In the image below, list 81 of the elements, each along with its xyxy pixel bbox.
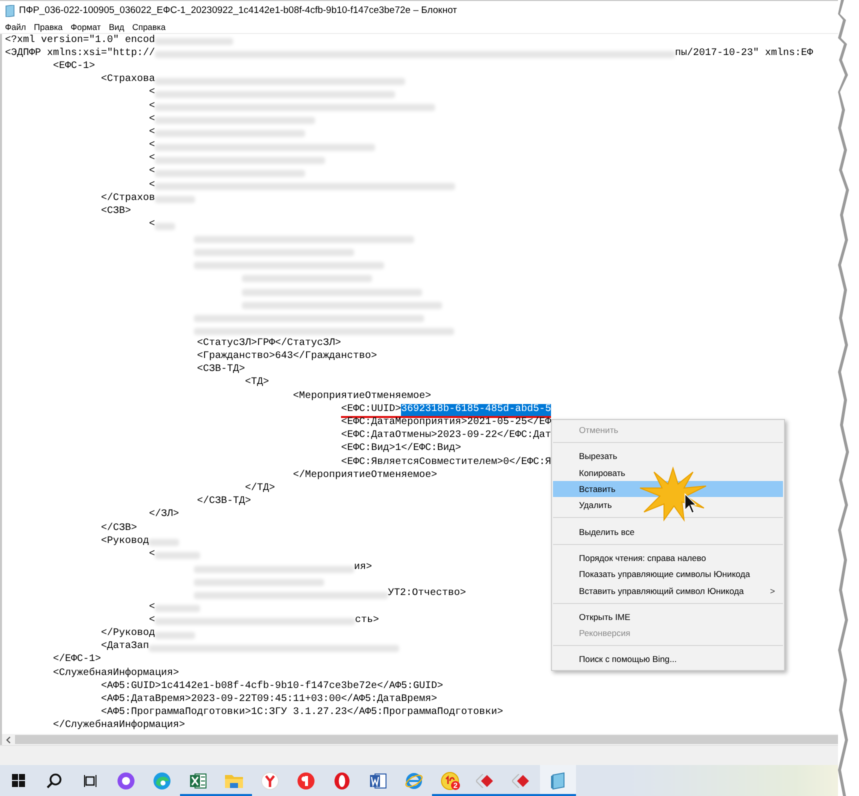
menu-item[interactable]: Правка — [30, 22, 68, 32]
context-menu-item[interactable]: Порядок чтения: справа налево — [553, 550, 783, 566]
globe-icon — [405, 772, 423, 790]
code-line: < — [149, 166, 156, 180]
code-line: < — [149, 126, 156, 140]
notepad-icon — [4, 4, 15, 16]
document-icon — [369, 772, 387, 790]
menu-item[interactable]: Вид — [106, 22, 130, 32]
ring-icon — [117, 772, 135, 790]
round-logo-icon — [297, 772, 315, 790]
code-line: <СЗВ> — [101, 206, 132, 220]
code-line: <МероприятиеОтменяемое> — [293, 390, 432, 404]
code-line: < — [149, 219, 156, 232]
context-menu-item[interactable]: Поиск с помощью Bing... — [553, 651, 783, 668]
menu-item[interactable]: Справка — [129, 22, 171, 32]
code-line: <СтатусЗЛ>ГРФ</СтатусЗЛ> — [197, 338, 342, 350]
search-icon — [46, 772, 62, 788]
code-line: </ЕФС-1> — [53, 654, 102, 668]
notepad-icon — [549, 772, 567, 790]
code-line: УТ2:Отчество> — [388, 588, 466, 602]
ring-logo-icon — [334, 772, 350, 790]
submenu-arrow: > — [770, 586, 775, 596]
scrollbar-thumb[interactable] — [15, 735, 838, 744]
scroll-left-icon[interactable] — [5, 736, 12, 744]
code-line: сть> — [355, 614, 380, 628]
context-menu-item[interactable]: Показать управляющие символы Юникода — [553, 566, 783, 582]
code-line: <АФ5:ДатаВремя>2023-09-22T09:45:11+03:00</АФ5:ДатаВремя> — [101, 694, 438, 706]
code-line: ия> — [354, 562, 372, 576]
code-line: </СЗВ> — [101, 522, 138, 536]
code-line: < — [149, 548, 156, 562]
context-menu-item[interactable]: Открыть IME — [553, 608, 783, 625]
code-line: <ЕФС:ДатаОтмены>2023-09-22</ЕФС:Дат — [341, 430, 552, 442]
code-line: <Страхова — [101, 74, 156, 88]
code-line: </ТД> — [245, 482, 276, 496]
context-menu-item[interactable]: Вырезать — [553, 448, 783, 465]
window-title: ПФР_036-022-100905_036022_ЕФС-1_20230922_1c4142e1-b08f-4cfb-9b10-f147ce3be72e – Блокнот — [19, 5, 458, 16]
selected-text: 3692318b-6185-485d-abd5-5 — [401, 404, 552, 418]
menu-item[interactable]: Файл — [2, 22, 31, 32]
windows-logo-icon — [12, 774, 24, 787]
code-line: < — [149, 602, 156, 615]
code-line: <ЭДПФР xmlns:xsi="http:// — [5, 48, 156, 61]
code-line: <СЗВ-ТД> — [197, 364, 246, 378]
code-line: </СлужебнаяИнформация> — [53, 720, 186, 734]
code-line: <Гражданство>643</Гражданство> — [197, 351, 378, 364]
diamond-icon — [476, 774, 496, 788]
starburst-cursor-drawing — [638, 466, 708, 522]
task-view-icon — [84, 774, 96, 786]
context-menu-item[interactable]: Вставить управляющий символ Юникода > — [553, 582, 783, 599]
code-line: <ЕФС-1> — [53, 60, 96, 74]
spreadsheet-icon — [189, 772, 207, 790]
code-line: < — [149, 100, 156, 114]
context-menu-item[interactable]: Удалить — [553, 497, 783, 514]
code-line: </Страхов — [101, 192, 156, 206]
code-line: пы/2017-10-23" xmlns:ЕФ — [675, 48, 814, 61]
code-line: <ДатаЗап — [101, 641, 150, 654]
code-line: </ЗЛ> — [149, 509, 180, 522]
browser-icon — [261, 772, 279, 790]
menu-item[interactable]: Формат — [68, 22, 106, 32]
swirl-icon — [153, 772, 171, 790]
folder-icon — [225, 772, 243, 788]
code-line: <Руковод — [101, 536, 150, 549]
code-line: < — [149, 114, 156, 127]
code-line: </МероприятиеОтменяемое> — [293, 470, 438, 483]
context-menu-item[interactable]: Выделить все — [553, 523, 783, 540]
code-line: <ЕФС:ДатаМероприятия>2021-05-25</ЕФ — [341, 417, 552, 430]
code-line: <АФ5:ПрограммаПодготовки>1С:ЗГУ 3.1.27.23</АФ5:ПрограммаПодготовки> — [101, 707, 504, 720]
diamond-icon — [512, 774, 532, 788]
code-line: <ЕФС:ЯвляетсяСовместителем>0</ЕФС:Я — [341, 456, 552, 470]
code-line: < — [149, 140, 156, 154]
code-line: <АФ5:GUID>1c4142e1-b08f-4cfb-9b10-f147ce3be72e</АФ5:GUID> — [101, 680, 444, 694]
code-line: < — [149, 614, 156, 628]
code-line: < — [149, 153, 156, 166]
code-line: </СЗВ-ТД> — [197, 496, 252, 510]
code-line: <СлужебнаяИнформация> — [53, 668, 180, 680]
code-line: </Руковод — [101, 628, 156, 641]
code-line: < — [149, 180, 156, 192]
context-menu-item[interactable]: Копировать — [553, 464, 783, 481]
code-line: <?xml version="1.0" encod — [5, 34, 156, 48]
code-line: <ТД> — [245, 377, 270, 390]
code-line: <ЕФС:Вид>1</ЕФС:Вид> — [341, 443, 462, 456]
code-line: < — [149, 87, 156, 100]
